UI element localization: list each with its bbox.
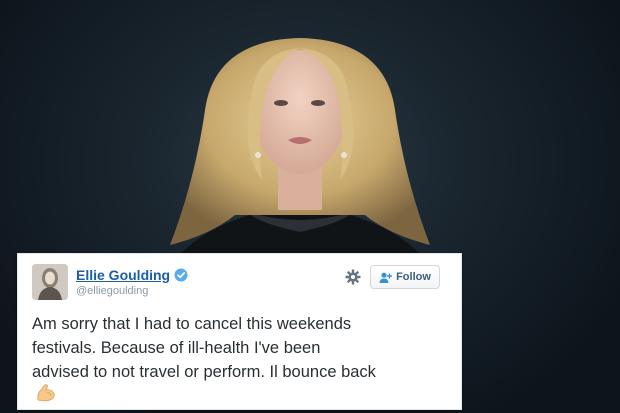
tweet-card: Ellie Goulding @elliegoulding Follow Am … [17,253,462,410]
verified-badge-icon [174,268,188,282]
avatar[interactable] [32,264,68,300]
gear-icon[interactable] [345,269,361,285]
display-name-link[interactable]: Ellie Goulding [76,267,170,283]
user-handle: @elliegoulding [76,285,149,297]
user-info: Ellie Goulding @elliegoulding [76,267,188,297]
add-user-icon [379,272,393,283]
follow-label: Follow [396,271,431,283]
tweet-text: Am sorry that I had to cancel this weeke… [32,315,376,381]
flexed-biceps-emoji-icon [37,384,55,402]
follow-button[interactable]: Follow [370,265,440,289]
